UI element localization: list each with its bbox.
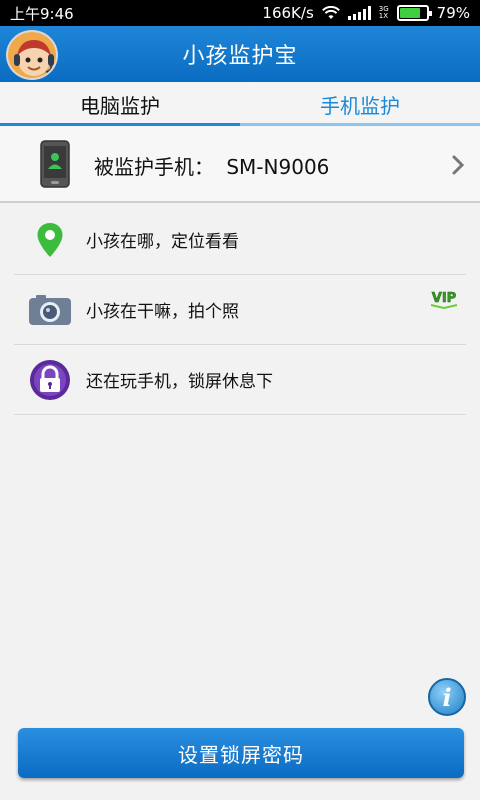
status-bar: 上午9:46 166K/s 3G 1X 79%: [0, 0, 480, 26]
status-time: 上午9:46: [10, 4, 74, 23]
action-list: 小孩在哪，定位看看 小孩在干嘛，拍个照 VIP 还在玩手机，锁屏休息下: [14, 205, 466, 415]
list-item-photo[interactable]: 小孩在干嘛，拍个照 VIP: [14, 275, 466, 345]
list-item-label: 还在玩手机，锁屏休息下: [86, 372, 273, 392]
monitored-device-row[interactable]: 被监护手机： SM-N9006: [0, 127, 480, 203]
list-item-label: 小孩在哪，定位看看: [86, 232, 239, 252]
tab-computer-monitor[interactable]: 电脑监护: [0, 82, 240, 126]
cartoon-child-icon[interactable]: [6, 30, 58, 80]
signal-icon: [347, 6, 371, 20]
list-item-lock-screen[interactable]: 还在玩手机，锁屏休息下: [14, 345, 466, 415]
set-lock-password-button[interactable]: 设置锁屏密码: [18, 728, 464, 778]
network-type-bottom: 1X: [378, 12, 389, 20]
battery-percent: 79%: [436, 4, 470, 22]
tab-underline: [0, 123, 480, 126]
location-pin-icon: [28, 218, 72, 262]
tab-phone-monitor[interactable]: 手机监护: [240, 82, 480, 126]
lock-icon: [28, 358, 72, 402]
network-type-indicator: 3G 1X: [379, 6, 389, 20]
page-title: 小孩监护宝: [182, 44, 298, 69]
tab-bar: 电脑监护 手机监护: [0, 82, 480, 126]
vip-badge-text: VIP: [432, 291, 456, 306]
device-model: SM-N9006: [226, 155, 330, 179]
list-item-label: 小孩在干嘛，拍个照: [86, 302, 239, 322]
list-item-locate[interactable]: 小孩在哪，定位看看: [14, 205, 466, 275]
chevron-right-icon: [452, 155, 465, 175]
device-label: 被监护手机： SM-N9006: [94, 151, 329, 180]
device-label-prefix: 被监护手机：: [94, 155, 214, 179]
wifi-icon: [321, 6, 340, 19]
net-speed: 166K/s: [262, 4, 314, 22]
vip-badge: VIP: [430, 291, 458, 309]
battery-icon: [396, 5, 432, 21]
phone-icon: [40, 140, 70, 188]
info-icon[interactable]: i: [428, 678, 466, 716]
camera-icon: [28, 288, 72, 332]
app-header: 小孩监护宝: [0, 26, 480, 82]
